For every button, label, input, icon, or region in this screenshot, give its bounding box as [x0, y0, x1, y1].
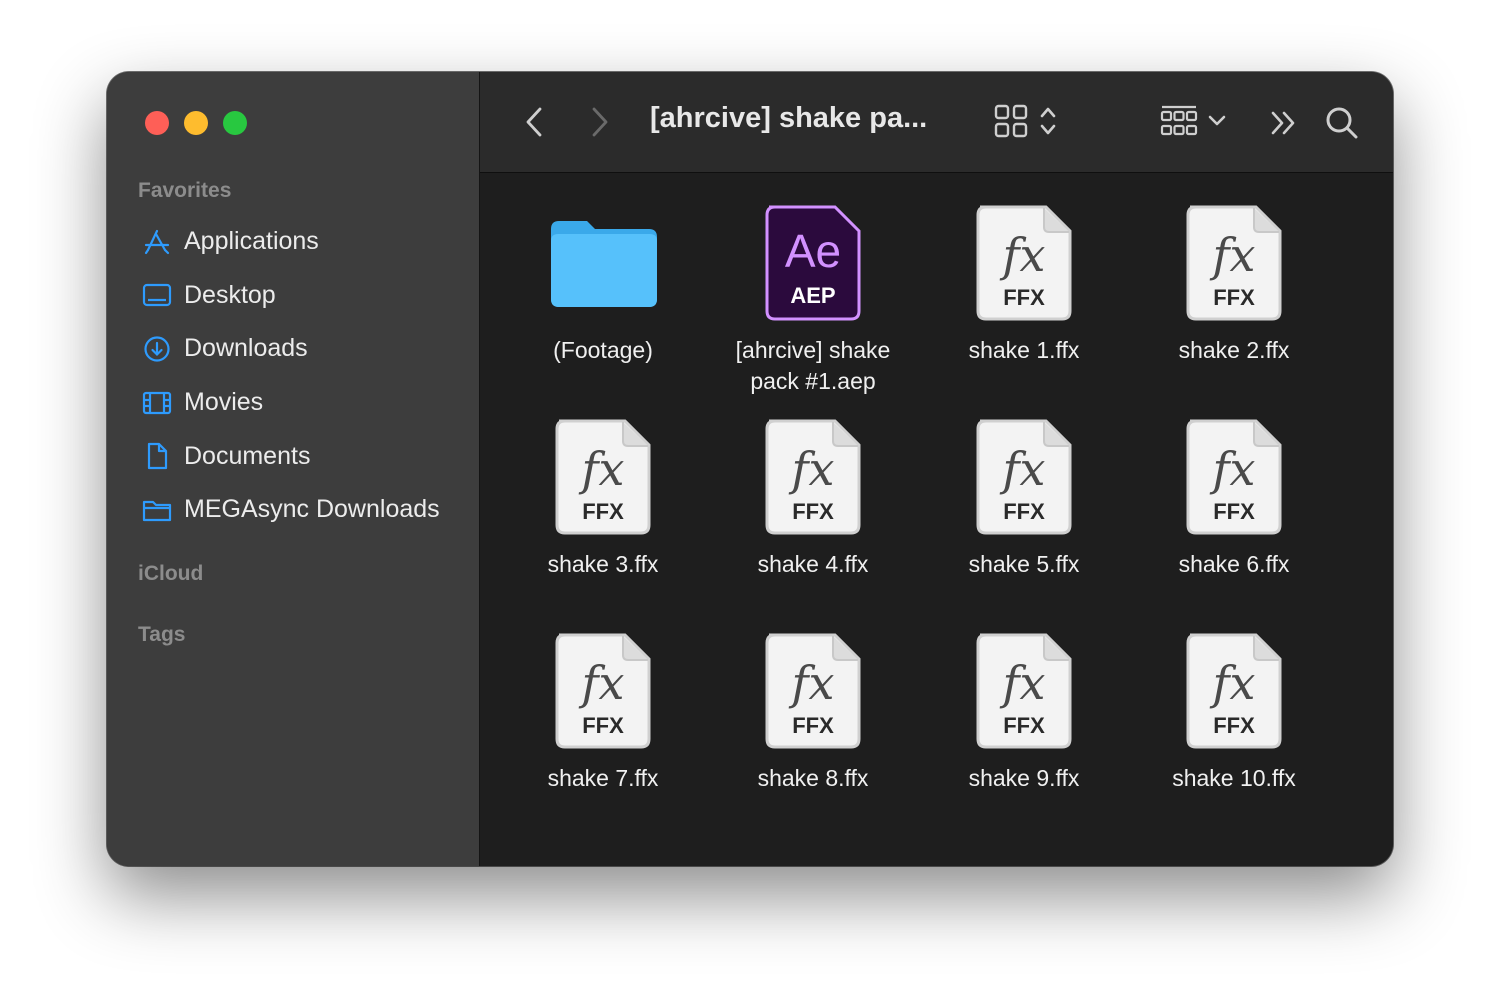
file-item[interactable]: fx FFX shake 6.ffx: [1129, 417, 1339, 580]
sidebar-item-applications[interactable]: Applications: [107, 215, 479, 269]
forward-icon[interactable]: [582, 102, 618, 142]
svg-text:FFX: FFX: [1213, 713, 1255, 738]
svg-text:FFX: FFX: [1213, 285, 1255, 310]
svg-text:fx: fx: [1210, 228, 1256, 282]
file-item[interactable]: fx FFX shake 3.ffx: [498, 417, 708, 580]
file-item[interactable]: fx FFX shake 5.ffx: [919, 417, 1129, 580]
sidebar-item-label: Applications: [184, 227, 319, 256]
window-title: [ahrcive] shake pa...: [650, 102, 928, 134]
favorites-heading[interactable]: Favorites: [138, 179, 231, 203]
file-name: shake 4.ffx: [757, 551, 869, 577]
icloud-heading[interactable]: iCloud: [138, 562, 203, 586]
svg-text:FFX: FFX: [582, 499, 624, 524]
sidebar-item-documents[interactable]: Documents: [107, 429, 479, 483]
ffx-file-icon: fx FFX: [708, 631, 918, 751]
sidebar: Favorites Applications Desktop Downloads…: [107, 72, 480, 866]
file-item[interactable]: fx FFX shake 2.ffx: [1129, 203, 1339, 366]
file-name: shake 9.ffx: [968, 765, 1080, 791]
sidebar-item-label: Downloads: [184, 334, 308, 363]
svg-text:FFX: FFX: [1003, 285, 1045, 310]
ffx-file-icon: fx FFX: [498, 631, 708, 751]
svg-text:AEP: AEP: [790, 283, 835, 308]
file-grid: (Footage) Ae AEP [ahrcive] shake pack #1…: [480, 173, 1393, 866]
applications-icon: [142, 227, 172, 257]
svg-text:FFX: FFX: [1003, 713, 1045, 738]
file-name: shake 7.ffx: [547, 765, 659, 791]
sidebar-item-megasync-downloads[interactable]: MEGAsync Downloads: [107, 483, 479, 537]
movies-icon: [142, 388, 172, 418]
minimize-button[interactable]: [184, 111, 208, 135]
sidebar-item-movies[interactable]: Movies: [107, 376, 479, 430]
file-name: (Footage): [553, 337, 653, 363]
chevron-down-icon: [1208, 114, 1226, 132]
ffx-file-icon: fx FFX: [498, 417, 708, 537]
file-name: shake 6.ffx: [1178, 551, 1290, 577]
file-item[interactable]: fx FFX shake 10.ffx: [1129, 631, 1339, 794]
downloads-icon: [142, 334, 172, 364]
back-icon[interactable]: [516, 102, 552, 142]
file-item[interactable]: fx FFX shake 1.ffx: [919, 203, 1129, 366]
sidebar-item-label: MEGAsync Downloads: [184, 495, 440, 524]
file-name: shake 1.ffx: [968, 337, 1080, 363]
file-item[interactable]: fx FFX shake 7.ffx: [498, 631, 708, 794]
close-button[interactable]: [145, 111, 169, 135]
group-by-button[interactable]: [1156, 102, 1230, 144]
sidebar-item-desktop[interactable]: Desktop: [107, 269, 479, 323]
svg-text:Ae: Ae: [785, 225, 841, 277]
aep-file-icon: Ae AEP: [708, 203, 918, 323]
folder-item[interactable]: (Footage): [498, 203, 708, 366]
svg-text:FFX: FFX: [1003, 499, 1045, 524]
file-name: [ahrcive] shake pack #1.aep: [735, 337, 891, 394]
svg-text:fx: fx: [789, 656, 835, 710]
svg-text:FFX: FFX: [792, 713, 834, 738]
zoom-button[interactable]: [223, 111, 247, 135]
file-item[interactable]: Ae AEP [ahrcive] shake pack #1.aep: [708, 203, 918, 397]
file-name: shake 10.ffx: [1172, 765, 1296, 791]
ffx-file-icon: fx FFX: [1129, 631, 1339, 751]
svg-text:fx: fx: [1000, 228, 1046, 282]
view-mode-button[interactable]: [985, 102, 1065, 144]
sidebar-item-label: Documents: [184, 441, 311, 470]
file-name: shake 5.ffx: [968, 551, 1080, 577]
ffx-file-icon: fx FFX: [919, 417, 1129, 537]
window-controls: [145, 111, 247, 135]
file-item[interactable]: fx FFX shake 4.ffx: [708, 417, 918, 580]
desktop-icon: [142, 280, 172, 310]
sidebar-item-downloads[interactable]: Downloads: [107, 322, 479, 376]
sidebar-item-label: Movies: [184, 388, 264, 417]
svg-text:FFX: FFX: [792, 499, 834, 524]
svg-text:fx: fx: [1210, 656, 1256, 710]
file-name: shake 2.ffx: [1178, 337, 1290, 363]
folder-icon: [498, 203, 708, 323]
tags-heading[interactable]: Tags: [138, 623, 185, 647]
folder-icon: [142, 495, 172, 525]
more-icon[interactable]: [1266, 102, 1300, 144]
ffx-file-icon: fx FFX: [919, 631, 1129, 751]
ffx-file-icon: fx FFX: [1129, 417, 1339, 537]
svg-text:fx: fx: [579, 442, 625, 496]
svg-text:fx: fx: [1210, 442, 1256, 496]
group-by-icon: [1160, 104, 1198, 143]
ffx-file-icon: fx FFX: [1129, 203, 1339, 323]
documents-icon: [142, 441, 172, 471]
svg-text:fx: fx: [1000, 656, 1046, 710]
icon-view-icon: [994, 104, 1028, 143]
svg-text:FFX: FFX: [582, 713, 624, 738]
favorites-list: Applications Desktop Downloads Movies Do…: [107, 215, 479, 537]
svg-text:FFX: FFX: [1213, 499, 1255, 524]
file-item[interactable]: fx FFX shake 9.ffx: [919, 631, 1129, 794]
file-item[interactable]: fx FFX shake 8.ffx: [708, 631, 918, 794]
svg-text:fx: fx: [789, 442, 835, 496]
svg-text:fx: fx: [1000, 442, 1046, 496]
toolbar: [ahrcive] shake pa...: [480, 72, 1393, 173]
ffx-file-icon: fx FFX: [919, 203, 1129, 323]
ffx-file-icon: fx FFX: [708, 417, 918, 537]
finder-window: Favorites Applications Desktop Downloads…: [107, 72, 1393, 866]
file-name: shake 8.ffx: [757, 765, 869, 791]
file-name: shake 3.ffx: [547, 551, 659, 577]
svg-text:fx: fx: [579, 656, 625, 710]
sidebar-item-label: Desktop: [184, 280, 276, 309]
chevron-up-down-icon: [1040, 105, 1056, 142]
search-icon[interactable]: [1322, 102, 1362, 144]
